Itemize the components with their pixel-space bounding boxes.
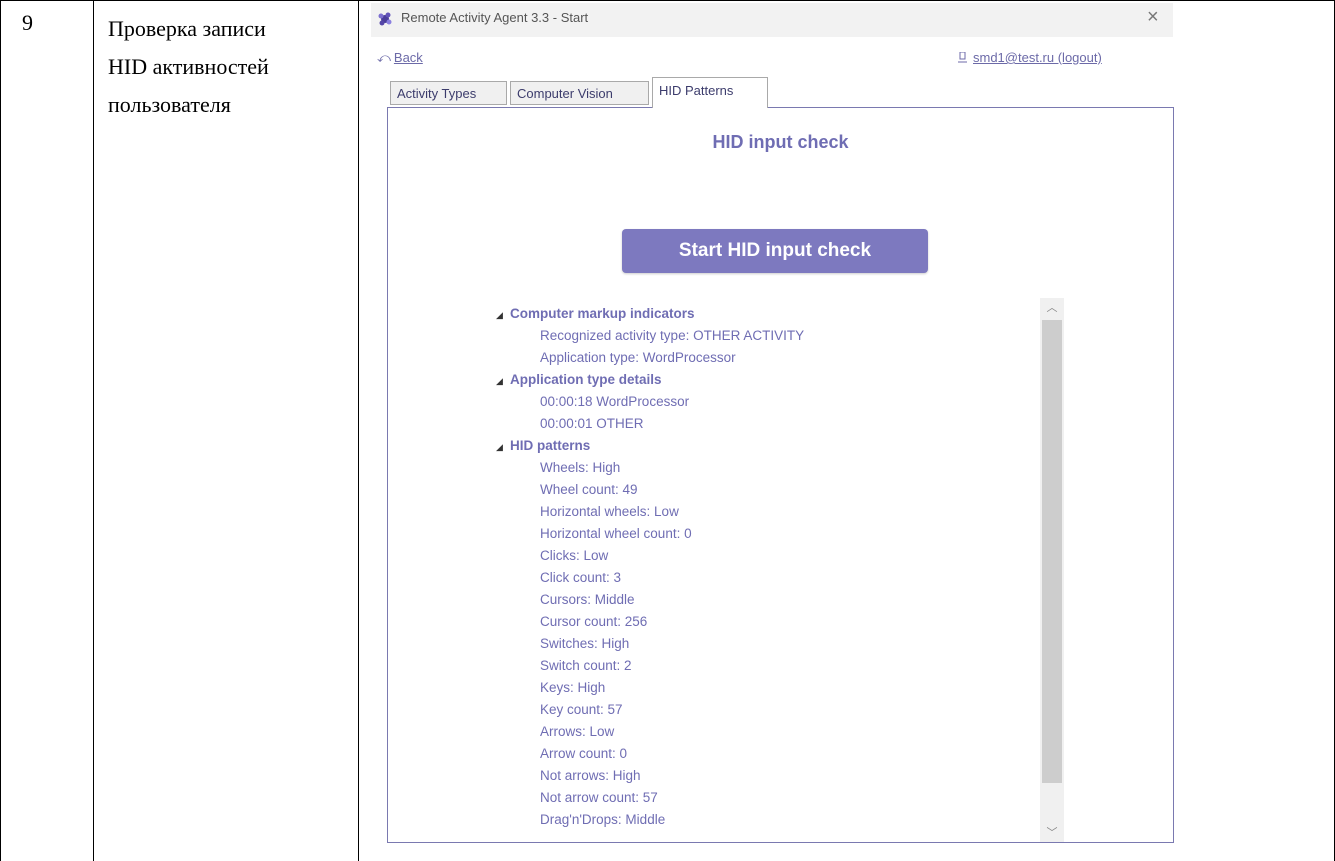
tab-activity-types[interactable]: Activity Types	[390, 81, 507, 105]
tree-item: Arrow count: 0	[540, 746, 628, 761]
tree-item: Horizontal wheel count: 0	[540, 526, 692, 541]
tree-item: Keys: High	[540, 680, 606, 695]
back-label: Back	[393, 50, 423, 65]
hid-patterns-panel: HID input check Start HID input check ◢ C…	[387, 107, 1174, 843]
tree-item: Cursor count: 256	[540, 614, 648, 629]
tree-item: Not arrows: High	[540, 768, 641, 783]
tree-group-hid-patterns[interactable]: ◢ HID patterns	[496, 435, 590, 457]
back-arrow-icon: ⤺	[377, 50, 391, 65]
tree-group-application-type-details[interactable]: ◢ Application type details	[496, 369, 662, 391]
title-bar: Remote Activity Agent 3.3 - Start ×	[371, 3, 1173, 37]
collapse-icon[interactable]: ◢	[496, 304, 510, 326]
tree-item: Arrows: Low	[540, 724, 615, 739]
back-link[interactable]: ⤺ Back	[377, 50, 423, 66]
scroll-up-icon[interactable]: ︿	[1040, 298, 1064, 318]
tree-item: 00:00:01 OTHER	[540, 416, 644, 431]
tree-item: Drag'n'Drops: Middle	[540, 812, 666, 827]
panel-heading: HID input check	[712, 132, 849, 152]
tree-item: Not arrow count: 57	[540, 790, 658, 805]
collapse-icon[interactable]: ◢	[496, 436, 510, 458]
tree-item: Recognized activity type: OTHER ACTIVITY	[540, 328, 805, 343]
description-line: пользователя	[108, 92, 231, 117]
description-line: Проверка записи	[108, 16, 266, 41]
results-tree: ◢ Computer markup indicators Recognized a…	[496, 303, 1036, 842]
tree-item: Horizontal wheels: Low	[540, 504, 679, 519]
tree-item: Wheels: High	[540, 460, 621, 475]
table-border-col2	[358, 0, 359, 861]
row-description: Проверка записи HID активностей пользова…	[108, 10, 358, 124]
user-label: smd1@test.ru (logout)	[973, 50, 1102, 65]
table-border-col1	[93, 0, 94, 861]
table-border-top	[0, 0, 1335, 1]
tree-item: Wheel count: 49	[540, 482, 638, 497]
tree-item: Switches: High	[540, 636, 630, 651]
tab-computer-vision[interactable]: Computer Vision	[510, 81, 649, 105]
user-logout-link[interactable]: smd1@test.ru (logout)	[958, 50, 1102, 65]
tree-item: Key count: 57	[540, 702, 623, 717]
tree-group-markup-indicators[interactable]: ◢ Computer markup indicators	[496, 303, 695, 325]
tree-item: Switch count: 2	[540, 658, 632, 673]
table-border-left	[0, 0, 1, 861]
tab-hid-patterns[interactable]: HID Patterns	[652, 77, 768, 108]
group-label: Computer markup indicators	[510, 306, 695, 321]
group-label: HID patterns	[510, 438, 591, 453]
window-title: Remote Activity Agent 3.3 - Start	[401, 10, 589, 25]
description-line: HID активностей	[108, 54, 269, 79]
start-hid-check-button[interactable]: Start HID input check	[622, 229, 928, 273]
group-label: Application type details	[510, 372, 662, 387]
row-number: 9	[22, 10, 33, 35]
user-icon	[958, 52, 967, 63]
close-icon[interactable]: ×	[1147, 6, 1159, 29]
tree-item: 00:00:18 WordProcessor	[540, 394, 690, 409]
tree-item: Click count: 3	[540, 570, 622, 585]
app-window: Remote Activity Agent 3.3 - Start × ⤺ Bac…	[371, 3, 1176, 861]
tree-item: Clicks: Low	[540, 548, 609, 563]
collapse-icon[interactable]: ◢	[496, 370, 510, 392]
scrollbar-thumb[interactable]	[1042, 320, 1062, 783]
scroll-down-icon[interactable]: ﹀	[1040, 823, 1064, 842]
vertical-scrollbar[interactable]: ︿ ﹀	[1040, 298, 1064, 842]
tree-item: Application type: WordProcessor	[540, 350, 736, 365]
tree-item: Cursors: Middle	[540, 592, 635, 607]
app-logo-icon	[378, 12, 392, 26]
